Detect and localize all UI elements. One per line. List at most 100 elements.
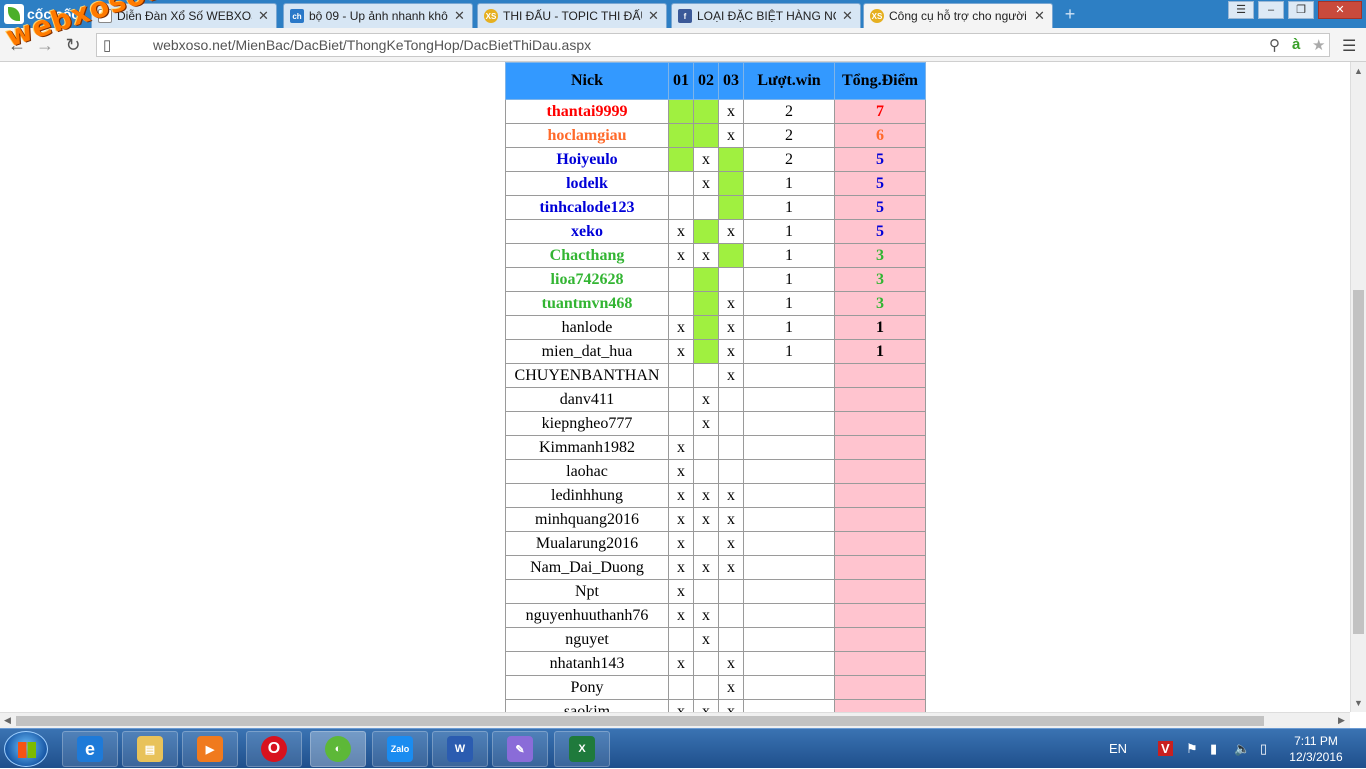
round-01-cell: x (668, 651, 694, 676)
nick-cell: nguyet (505, 627, 669, 652)
zalo-icon[interactable]: Zalo (372, 731, 428, 767)
round-01-cell: x (668, 531, 694, 556)
round-01-cell (668, 363, 694, 388)
battery-icon[interactable]: ▯ (1260, 741, 1267, 757)
media-player-icon[interactable]: ▶ (182, 731, 238, 767)
horizontal-scrollbar[interactable]: ◀ ▶ (0, 712, 1350, 728)
round-01-cell (668, 675, 694, 700)
vietnamese-input-icon[interactable]: à (1292, 36, 1300, 53)
tab-up-anh[interactable]: ch bộ 09 - Up ảnh nhanh không ✕ (283, 3, 473, 28)
round-03-cell (718, 195, 744, 220)
reload-icon[interactable]: ↻ (62, 34, 84, 56)
minimize-icon[interactable]: – (1258, 1, 1284, 19)
tong-diem-cell (834, 651, 926, 676)
tab-title: LOẠI ĐẶC BIỆT HÀNG NGÀY (697, 9, 836, 23)
restore-icon[interactable]: ❐ (1288, 1, 1314, 19)
luot-win-cell (743, 411, 835, 436)
scroll-up-icon[interactable]: ▲ (1354, 66, 1363, 76)
round-01-cell (668, 147, 694, 172)
round-01-cell: x (668, 555, 694, 580)
tong-diem-cell (834, 699, 926, 712)
vertical-scroll-thumb[interactable] (1353, 290, 1364, 634)
start-button[interactable] (4, 731, 48, 767)
nick-cell: tinhcalode123 (505, 195, 669, 220)
word-icon[interactable]: W (432, 731, 488, 767)
close-icon[interactable]: ✕ (648, 8, 660, 24)
paint-icon[interactable]: ✎ (492, 731, 548, 767)
table-row: CHUYENBANTHAN x (505, 363, 926, 388)
table-row: thantai9999 x 2 7 (505, 99, 926, 124)
tong-diem-cell (834, 675, 926, 700)
round-01-cell (668, 627, 694, 652)
round-03-cell (718, 627, 744, 652)
tab-title: Công cụ hỗ trợ cho người (889, 9, 1027, 23)
language-indicator[interactable]: EN (1109, 741, 1127, 756)
bookmark-star-icon[interactable]: ★ (1312, 36, 1325, 54)
nick-cell: lioa742628 (505, 267, 669, 292)
nick-cell: hoclamgiau (505, 123, 669, 148)
luot-win-cell: 2 (743, 123, 835, 148)
tab-strip: cốc cốc Diễn Đàn Xổ Số WEBXOSO ✕ ch bộ 0… (0, 0, 1366, 28)
url-text[interactable]: webxoso.net/MienBac/DacBiet/ThongKeTongH… (153, 37, 591, 53)
close-icon[interactable]: ✕ (842, 8, 854, 24)
browser-menu-icon[interactable]: ☰ (1342, 36, 1356, 56)
table-row: nhatanh143 x x (505, 651, 926, 676)
luot-win-cell: 1 (743, 267, 835, 292)
close-icon[interactable]: ✕ (258, 8, 270, 24)
explorer-icon[interactable]: ▤ (122, 731, 178, 767)
clock[interactable]: 7:11 PM 12/3/2016 (1280, 733, 1352, 765)
tab-cong-cu[interactable]: XS Công cụ hỗ trợ cho người ✕ (863, 3, 1053, 28)
round-03-cell: x (718, 291, 744, 316)
nick-cell: minhquang2016 (505, 507, 669, 532)
luot-win-cell (743, 363, 835, 388)
round-01-cell: x (668, 603, 694, 628)
close-icon[interactable]: ✕ (454, 8, 466, 24)
new-tab-icon[interactable]: + (1060, 5, 1080, 23)
excel-icon[interactable]: X (554, 731, 610, 767)
round-02-cell (693, 651, 719, 676)
nick-cell: danv411 (505, 387, 669, 412)
tab-thi-dau[interactable]: XS THI ĐẤU - TOPIC THI ĐẤU ✕ (477, 3, 667, 28)
round-02-cell: x (693, 699, 719, 712)
tong-diem-cell: 5 (834, 219, 926, 244)
round-01-cell: x (668, 507, 694, 532)
opera-icon[interactable]: O (246, 731, 302, 767)
luot-win-cell (743, 675, 835, 700)
signal-icon[interactable]: ▮ (1210, 741, 1217, 757)
volume-icon[interactable]: 🔈 (1234, 741, 1250, 757)
table-row: tinhcalode123 1 5 (505, 195, 926, 220)
round-02-cell (693, 435, 719, 460)
tab-loai-dac-biet[interactable]: f LOẠI ĐẶC BIỆT HÀNG NGÀY ✕ (671, 3, 861, 28)
table-row: ledinhhung x x x (505, 483, 926, 508)
flag-icon[interactable]: ⚑ (1186, 741, 1198, 757)
tong-diem-cell (834, 603, 926, 628)
scroll-left-icon[interactable]: ◀ (4, 715, 11, 726)
scroll-right-icon[interactable]: ▶ (1338, 715, 1345, 726)
zoom-icon[interactable]: ⚲ (1269, 36, 1280, 54)
vertical-scrollbar[interactable]: ▲ ▼ (1350, 62, 1366, 712)
luot-win-cell (743, 483, 835, 508)
address-bar[interactable]: ▯ webxoso.net/MienBac/DacBiet/ThongKeTon… (96, 33, 1330, 57)
clock-time: 7:11 PM (1294, 734, 1338, 748)
luot-win-cell: 1 (743, 315, 835, 340)
round-02-cell (693, 531, 719, 556)
header-01: 01 (668, 62, 694, 100)
tong-diem-cell (834, 459, 926, 484)
nick-cell: Kimmanh1982 (505, 435, 669, 460)
ie-icon[interactable]: e (62, 731, 118, 767)
tong-diem-cell: 3 (834, 291, 926, 316)
round-02-cell (693, 675, 719, 700)
table-row: Hoiyeulo x 2 5 (505, 147, 926, 172)
round-02-cell: x (693, 483, 719, 508)
table-row: lodelk x 1 5 (505, 171, 926, 196)
scroll-down-icon[interactable]: ▼ (1354, 698, 1363, 708)
table-row: minhquang2016 x x x (505, 507, 926, 532)
horizontal-scroll-thumb[interactable] (16, 716, 1264, 726)
luot-win-cell: 1 (743, 171, 835, 196)
vietkey-icon[interactable]: V (1158, 741, 1173, 756)
round-03-cell: x (718, 675, 744, 700)
menu-icon[interactable]: ☰ (1228, 1, 1254, 19)
close-icon[interactable]: ✕ (1034, 8, 1046, 24)
window-close-icon[interactable]: ✕ (1318, 1, 1362, 19)
coccoc-icon[interactable]: ◐ (310, 731, 366, 767)
